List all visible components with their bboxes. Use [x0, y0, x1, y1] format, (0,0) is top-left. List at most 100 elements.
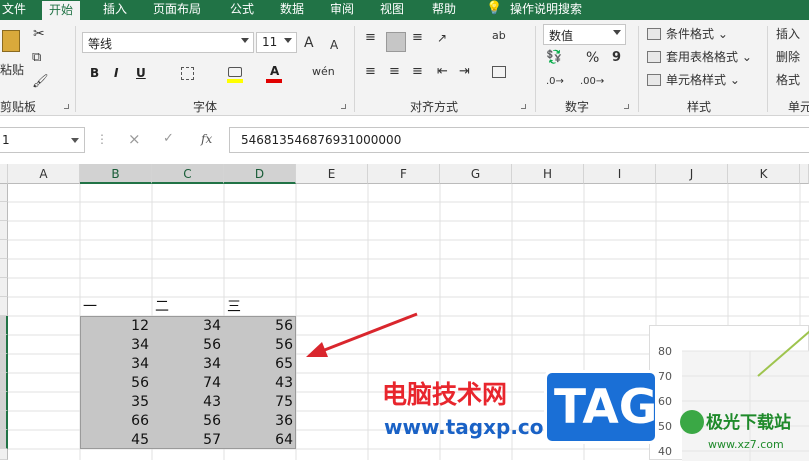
font-dialog-launcher-icon[interactable]	[341, 104, 346, 109]
decrease-decimal-icon[interactable]: .00→	[580, 74, 604, 90]
tab-data[interactable]: 数据	[280, 0, 304, 20]
delete-cells-button[interactable]: 删除	[776, 49, 800, 65]
tab-insert[interactable]: 插入	[103, 0, 127, 20]
cut-icon[interactable]: ✂	[33, 26, 45, 42]
alignment-dialog-launcher-icon[interactable]	[521, 104, 526, 109]
align-middle-icon[interactable]	[386, 32, 406, 52]
row-header[interactable]	[0, 335, 8, 354]
row-header[interactable]	[0, 240, 8, 259]
table-header-cell[interactable]: 一	[80, 297, 152, 317]
row-header[interactable]	[0, 392, 8, 411]
bold-button[interactable]: B	[90, 66, 99, 80]
name-box[interactable]: 1	[0, 127, 85, 153]
percent-button[interactable]: %	[586, 50, 599, 66]
table-cell[interactable]: 56	[152, 335, 224, 355]
column-header-c[interactable]: C	[152, 164, 224, 184]
cancel-icon[interactable]: ×	[128, 130, 141, 148]
table-cell[interactable]: 56	[80, 373, 152, 393]
row-header[interactable]	[0, 259, 8, 278]
column-header-k[interactable]: K	[728, 164, 800, 184]
shrink-font-button[interactable]: A	[330, 37, 338, 53]
table-cell[interactable]: 34	[152, 316, 224, 336]
fill-color-icon[interactable]	[228, 67, 242, 77]
font-name-select[interactable]: 等线	[82, 32, 254, 53]
comma-style-button[interactable]: 9	[612, 50, 621, 66]
orientation-icon[interactable]: ↗	[437, 30, 447, 46]
row-header[interactable]	[0, 449, 8, 460]
table-cell[interactable]: 34	[80, 335, 152, 355]
table-cell[interactable]: 75	[224, 392, 296, 412]
increase-decimal-icon[interactable]: .0→	[546, 74, 564, 90]
worksheet-grid[interactable]: A B C D E F G H I J K 一 二 三 12 34 56 34 56 56…	[0, 164, 809, 461]
format-painter-icon[interactable]: 🖌	[32, 74, 49, 90]
insert-function-icon[interactable]: fx	[201, 132, 212, 146]
table-cell[interactable]: 43	[224, 373, 296, 393]
table-cell[interactable]: 45	[80, 430, 152, 450]
tab-file[interactable]: 文件	[2, 0, 26, 20]
row-header[interactable]	[0, 373, 8, 392]
table-cell[interactable]: 66	[80, 411, 152, 431]
format-cells-button[interactable]: 格式	[776, 72, 800, 88]
align-top-icon[interactable]: ≡	[365, 30, 376, 46]
underline-button[interactable]: U	[136, 66, 146, 80]
column-header-d[interactable]: D	[224, 164, 296, 184]
align-bottom-icon[interactable]: ≡	[412, 30, 423, 46]
tab-formulas[interactable]: 公式	[230, 0, 254, 20]
paste-icon[interactable]	[2, 30, 20, 52]
copy-icon[interactable]: ⧉	[32, 50, 41, 66]
number-dialog-launcher-icon[interactable]	[624, 104, 629, 109]
table-cell[interactable]: 56	[152, 411, 224, 431]
table-cell[interactable]: 57	[152, 430, 224, 450]
wrap-text-button[interactable]: ab	[492, 28, 506, 44]
row-header[interactable]	[0, 354, 8, 373]
row-header[interactable]	[0, 278, 8, 297]
tab-review[interactable]: 审阅	[330, 0, 354, 20]
conditional-format-button[interactable]: 条件格式 ⌄	[666, 26, 728, 42]
formula-input[interactable]: 546813546876931000000	[229, 127, 809, 153]
number-format-select[interactable]: 数值	[543, 24, 626, 45]
currency-icon[interactable]: 💱	[546, 50, 562, 66]
align-right-icon[interactable]: ≡	[412, 64, 423, 80]
row-header[interactable]	[0, 316, 8, 335]
increase-indent-icon[interactable]: ⇥	[459, 64, 470, 80]
row-header[interactable]	[0, 430, 8, 449]
column-header-a[interactable]: A	[8, 164, 80, 184]
select-all-corner[interactable]	[0, 164, 8, 184]
format-as-table-button[interactable]: 套用表格格式 ⌄	[666, 49, 752, 65]
table-cell[interactable]: 34	[152, 354, 224, 374]
table-cell[interactable]: 34	[80, 354, 152, 374]
table-cell[interactable]: 56	[224, 335, 296, 355]
merge-center-icon[interactable]	[492, 66, 506, 78]
table-cell[interactable]: 64	[224, 430, 296, 450]
table-header-cell[interactable]: 二	[152, 297, 224, 317]
table-cell[interactable]: 56	[224, 316, 296, 336]
row-header[interactable]	[0, 184, 8, 202]
table-cell[interactable]: 43	[152, 392, 224, 412]
column-header-i[interactable]: I	[584, 164, 656, 184]
italic-button[interactable]: I	[114, 66, 118, 80]
grow-font-button[interactable]: A	[304, 35, 314, 51]
row-header[interactable]	[0, 202, 8, 221]
column-header-j[interactable]: J	[656, 164, 728, 184]
clipboard-dialog-launcher-icon[interactable]	[64, 104, 69, 109]
tab-help[interactable]: 帮助	[432, 0, 456, 20]
tab-home[interactable]: 开始	[42, 0, 81, 21]
column-header-b[interactable]: B	[80, 164, 152, 184]
font-size-select[interactable]: 11	[256, 32, 297, 53]
align-left-icon[interactable]: ≡	[365, 64, 376, 80]
paste-button[interactable]: 粘贴	[0, 62, 24, 78]
font-color-button[interactable]: A	[270, 64, 279, 78]
chevron-down-icon[interactable]	[71, 138, 79, 143]
phonetic-button[interactable]: wén	[312, 64, 335, 80]
row-header[interactable]	[0, 411, 8, 430]
table-cell[interactable]: 12	[80, 316, 152, 336]
table-cell[interactable]: 74	[152, 373, 224, 393]
borders-icon[interactable]	[181, 67, 194, 80]
insert-cells-button[interactable]: 插入	[776, 26, 800, 42]
row-header[interactable]	[0, 297, 8, 316]
column-header-e[interactable]: E	[296, 164, 368, 184]
tab-page-layout[interactable]: 页面布局	[153, 0, 201, 20]
align-center-icon[interactable]: ≡	[389, 64, 400, 80]
table-cell[interactable]: 36	[224, 411, 296, 431]
tab-tell-me[interactable]: 操作说明搜索	[510, 0, 582, 20]
